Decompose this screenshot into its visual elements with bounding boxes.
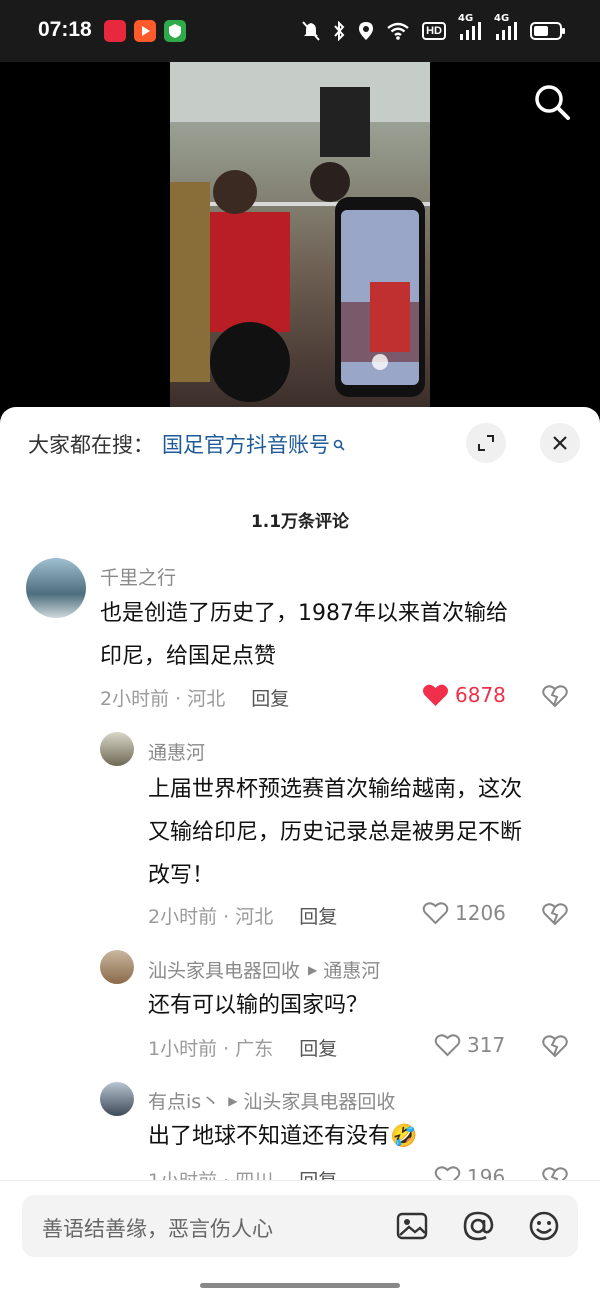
like-button[interactable]: 317: [434, 1033, 505, 1057]
xiaohongshu-app-icon: [104, 20, 126, 42]
dislike-icon[interactable]: [542, 1034, 568, 1062]
reply-button[interactable]: 回复: [299, 906, 337, 928]
comment-username-row: 有点is丶 ▶ 汕头家具电器回收: [148, 1087, 395, 1114]
comment-input-placeholder: 善语结善缘，恶言伤人心: [42, 1217, 273, 1241]
like-count: 1206: [455, 901, 506, 925]
reply-arrow-icon: ▶: [308, 962, 318, 977]
comment-count: 1.1万条评论: [250, 512, 350, 532]
comment-time-location: 2小时前 · 河北: [148, 906, 274, 928]
comment-username-row: 汕头家具电器回收 ▶ 通惠河: [148, 956, 380, 983]
video-frame: [170, 62, 430, 412]
comment-meta: 2小时前 · 河北 回复: [148, 902, 337, 929]
security-app-icon: [164, 20, 186, 42]
comment-input[interactable]: 善语结善缘，恶言伤人心: [22, 1195, 578, 1257]
comment-text: 上届世界杯预选赛首次输给越南，这次 又输给印尼，历史记录总是被男足不断 改写！: [148, 777, 523, 888]
signal-icon-2: 4G: [494, 13, 518, 40]
video-player[interactable]: [0, 62, 600, 422]
comment-username[interactable]: 汕头家具电器回收: [148, 956, 300, 983]
dislike-icon[interactable]: [542, 902, 568, 930]
image-icon[interactable]: [396, 1210, 428, 1242]
comment-sheet: 大家都在搜： 国足官方抖音账号 1.1万条评论 千里之行 也是创造了历史了，19…: [0, 407, 600, 1300]
hot-search-icon: [333, 432, 345, 456]
reply-arrow-icon: ▶: [228, 1093, 238, 1108]
comment-meta: 2小时前 · 河北 回复: [100, 684, 289, 711]
video-app-icon: [134, 20, 156, 42]
close-button[interactable]: [540, 423, 580, 463]
search-icon[interactable]: [532, 82, 572, 122]
like-count: 6878: [455, 683, 506, 707]
home-indicator: [200, 1283, 400, 1288]
reply-button[interactable]: 回复: [251, 688, 289, 710]
comment-text: 也是创造了历史了，1987年以来首次输给 印尼，给国足点赞: [100, 601, 508, 669]
battery-icon: [530, 22, 566, 40]
bluetooth-icon: [332, 21, 346, 41]
location-icon: [358, 21, 374, 41]
reply-to-username[interactable]: 汕头家具电器回收: [243, 1087, 395, 1114]
avatar[interactable]: [100, 950, 134, 984]
like-count: 317: [467, 1033, 506, 1057]
status-bar: 07:18 HD 4G 4G: [0, 0, 600, 62]
mute-icon: [302, 21, 320, 41]
comment-username[interactable]: 千里之行: [100, 563, 176, 590]
hot-search-bar[interactable]: 大家都在搜： 国足官方抖音账号: [28, 429, 345, 459]
signal-icon-1: 4G: [458, 13, 482, 40]
reply-button[interactable]: 回复: [299, 1038, 337, 1060]
heart-outline-icon: [422, 902, 449, 925]
comment-time-location: 2小时前 · 河北: [100, 688, 226, 710]
avatar[interactable]: [100, 1082, 134, 1116]
heart-outline-icon: [434, 1034, 461, 1057]
comment-time-location: 1小时前 · 广东: [148, 1038, 274, 1060]
emoji-icon[interactable]: [528, 1210, 560, 1242]
hot-search-query[interactable]: 国足官方抖音账号: [162, 429, 330, 459]
avatar[interactable]: [26, 558, 86, 618]
reply-to-username[interactable]: 通惠河: [323, 956, 380, 983]
hd-badge: HD: [422, 22, 446, 40]
dislike-icon[interactable]: [542, 684, 568, 712]
heart-filled-icon: [422, 684, 449, 706]
wifi-icon: [386, 22, 410, 40]
mention-icon[interactable]: [462, 1210, 494, 1242]
like-button[interactable]: 6878: [422, 683, 506, 707]
hot-search-prefix: 大家都在搜：: [28, 433, 154, 457]
expand-button[interactable]: [466, 423, 506, 463]
comment-username[interactable]: 通惠河: [148, 738, 205, 765]
like-button[interactable]: 1206: [422, 901, 506, 925]
avatar[interactable]: [100, 732, 134, 766]
comment-username[interactable]: 有点is丶: [148, 1087, 220, 1114]
status-time: 07:18: [38, 18, 92, 41]
comment-text: 还有可以输的国家吗？: [148, 993, 369, 1018]
comment-meta: 1小时前 · 广东 回复: [148, 1034, 337, 1061]
comment-text: 出了地球不知道还有没有🤣: [148, 1124, 418, 1149]
